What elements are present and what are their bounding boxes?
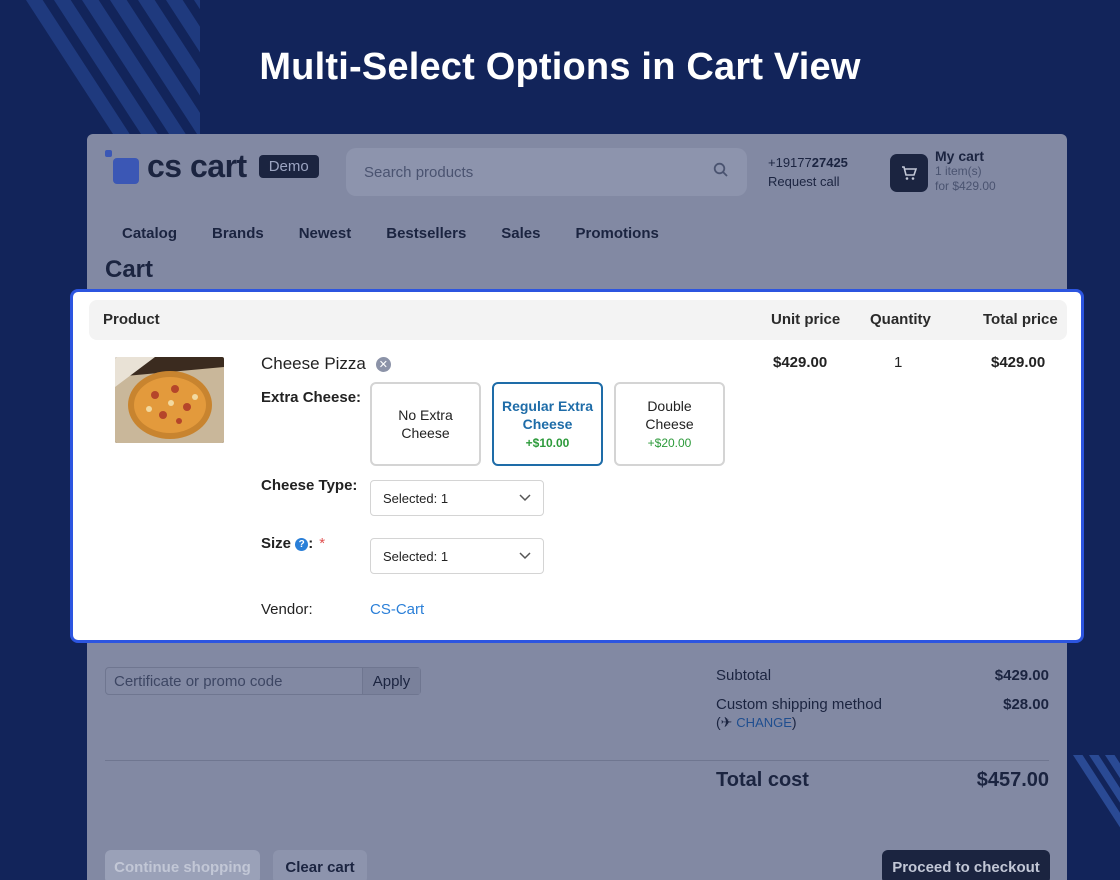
option-label: Cheese (522, 415, 573, 432)
nav-promotions[interactable]: Promotions (576, 225, 659, 242)
vendor-label: Vendor: (261, 601, 313, 618)
plane-icon: ✈ (720, 714, 733, 730)
product-image[interactable] (115, 357, 224, 443)
col-quantity: Quantity (870, 311, 931, 328)
nav-brands[interactable]: Brands (212, 225, 264, 242)
table-header: Product Unit price Quantity Total price (89, 300, 1067, 340)
option-no-extra-cheese[interactable]: No Extra Cheese (370, 382, 481, 466)
total-price: $429.00 (991, 354, 1046, 371)
request-call-link[interactable]: Request call (768, 172, 848, 191)
size-suffix: : (308, 535, 314, 552)
phone-prefix: +19177 (768, 155, 812, 170)
apply-button[interactable]: Apply (362, 668, 420, 694)
option-label: Cheese (401, 425, 450, 441)
search-icon[interactable] (713, 162, 729, 183)
option-price: +$20.00 (647, 435, 692, 450)
demo-badge: Demo (258, 155, 319, 178)
cheese-type-value: Selected: 1 (383, 490, 449, 506)
mini-cart-total: for $429.00 (935, 179, 996, 193)
product-name[interactable]: Cheese Pizza (261, 354, 366, 374)
subtotal-value: $429.00 (994, 667, 1049, 684)
clear-cart-button[interactable]: Clear cart (273, 850, 367, 880)
col-unit-price: Unit price (771, 311, 841, 328)
unit-price: $429.00 (773, 354, 828, 371)
total-cost-row: Total cost $457.00 (716, 769, 1049, 792)
decorative-stripes-bottom (1060, 755, 1120, 845)
option-label: No Extra (398, 407, 453, 423)
promo-form: Apply (105, 667, 421, 695)
quantity-value: 1 (894, 354, 903, 371)
size-label-row: Size ?: * (261, 535, 325, 552)
col-total-price: Total price (983, 311, 1058, 328)
cart-item-card: Product Unit price Quantity Total price … (70, 289, 1084, 643)
product-name-row: Cheese Pizza ✕ (261, 354, 391, 374)
extra-cheese-label: Extra Cheese: (261, 389, 362, 406)
search-bar (346, 148, 747, 196)
mini-cart[interactable]: My cart 1 item(s) for $429.00 (935, 149, 996, 194)
phone-bold: 27425 (811, 155, 848, 170)
logo[interactable]: cs cart Demo (105, 148, 319, 185)
divider (105, 760, 1049, 761)
cheese-type-select[interactable]: Selected: 1 (370, 480, 544, 516)
phone-block: +1917727425 Request call (768, 153, 848, 191)
promo-code-input[interactable] (106, 668, 362, 694)
size-select[interactable]: Selected: 1 (370, 538, 544, 574)
checkout-button[interactable]: Proceed to checkout (882, 850, 1050, 880)
banner-title: Multi-Select Options in Cart View (259, 46, 861, 88)
total-cost-value: $457.00 (976, 769, 1049, 791)
option-label: Cheese (645, 415, 694, 432)
nav-catalog[interactable]: Catalog (122, 225, 177, 242)
chevron-down-icon (519, 494, 531, 502)
size-label: Size (261, 535, 292, 552)
mini-cart-title: My cart (935, 148, 985, 164)
cart-totals: Subtotal $429.00 Custom shipping method … (716, 667, 1049, 730)
option-double-cheese[interactable]: Double Cheese +$20.00 (614, 382, 725, 466)
change-shipping-link[interactable]: CHANGE (736, 715, 792, 730)
nav-sales[interactable]: Sales (501, 225, 540, 242)
page-title: Cart (105, 256, 154, 283)
required-marker: * (319, 535, 326, 552)
main-nav: Catalog Brands Newest Bestsellers Sales … (122, 225, 694, 242)
shipping-label: Custom shipping method (716, 696, 882, 713)
continue-shopping-button[interactable]: Continue shopping (105, 850, 260, 880)
help-icon[interactable]: ? (295, 538, 309, 551)
chevron-down-icon (519, 552, 531, 560)
search-input[interactable] (364, 163, 694, 181)
size-value: Selected: 1 (383, 548, 449, 564)
vendor-link[interactable]: CS-Cart (370, 601, 424, 618)
col-product: Product (103, 311, 160, 328)
option-label: Double (647, 397, 692, 414)
cart-button[interactable] (890, 154, 928, 192)
shipping-value: $28.00 (1003, 696, 1049, 713)
nav-bestsellers[interactable]: Bestsellers (386, 225, 466, 242)
subtotal-label: Subtotal (716, 667, 772, 684)
remove-item-icon[interactable]: ✕ (375, 356, 391, 372)
total-cost-label: Total cost (716, 769, 809, 791)
cheese-type-label: Cheese Type: (261, 477, 358, 494)
nav-newest[interactable]: Newest (299, 225, 352, 242)
logo-text: cs cart (147, 148, 247, 184)
option-label: Regular Extra (501, 397, 594, 414)
mini-cart-items: 1 item(s) (935, 164, 982, 178)
cart-icon (902, 166, 918, 180)
option-price: +$10.00 (525, 435, 570, 450)
option-regular-extra-cheese[interactable]: Regular Extra Cheese +$10.00 (492, 382, 603, 466)
logo-icon (105, 149, 139, 184)
